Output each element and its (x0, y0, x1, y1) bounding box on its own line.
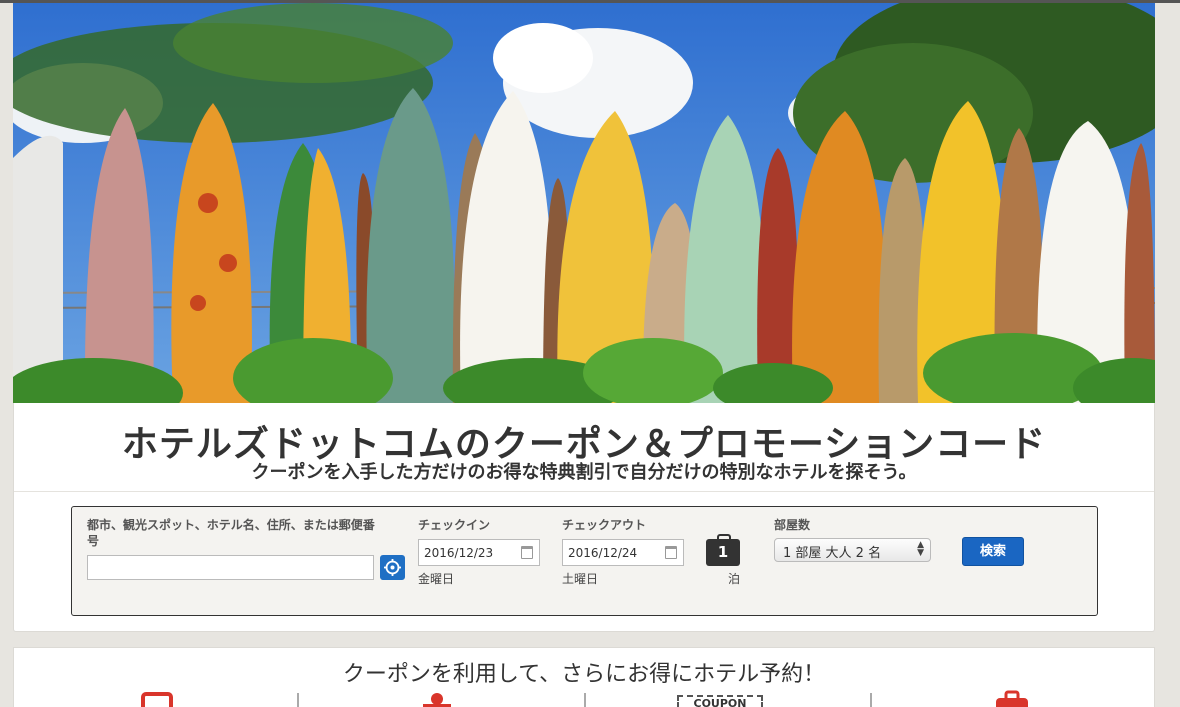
promo-separator (297, 693, 299, 707)
coupon-ticket-icon: COUPON (677, 695, 763, 707)
page-subtitle: クーポンを入手した方だけのお得な特典割引で自分だけの特別なホテルを探そう。 (251, 462, 917, 483)
gift-icon (423, 693, 451, 707)
checkout-label: チェックアウト (562, 518, 647, 532)
checkin-weekday: 金曜日 (418, 572, 455, 586)
checkin-date-input[interactable]: 2016/12/23 (418, 539, 540, 566)
checkin-date-value: 2016/12/23 (424, 546, 494, 560)
coupon-ticket-text: COUPON (693, 697, 747, 707)
crosshair-icon (384, 559, 401, 576)
destination-input[interactable] (87, 555, 374, 580)
destination-label: 都市、観光スポット、ホテル名、住所、または郵便番号 (87, 518, 375, 548)
hero-surfboards-image (13, 3, 1155, 403)
nights-count-badge: 1 (706, 534, 740, 566)
promo-separator (584, 693, 586, 707)
checkout-weekday: 土曜日 (562, 572, 599, 586)
promo-separator (870, 693, 872, 707)
checkout-date-value: 2016/12/24 (568, 546, 638, 560)
header-divider (14, 491, 1154, 492)
surfboards-illustration (13, 3, 1155, 403)
search-button[interactable]: 検索 (962, 537, 1024, 566)
rooms-guests-value: 1 部屋 大人 2 名 (783, 546, 882, 561)
select-arrows-icon: ▲ ▼ (917, 540, 924, 558)
calendar-icon[interactable] (521, 546, 533, 559)
hotel-search-form: 都市、観光スポット、ホテル名、住所、または郵便番号 チェックイン 2016/12… (71, 506, 1098, 616)
nights-unit-label: 泊 (728, 572, 741, 586)
calendar-icon[interactable] (665, 546, 677, 559)
rooms-label: 部屋数 (774, 518, 811, 532)
promo-title: クーポンを利用して、さらにお得にホテル予約！ (342, 662, 826, 687)
current-location-button[interactable] (380, 555, 405, 580)
tablet-coupon-icon (141, 692, 173, 707)
checkin-label: チェックイン (418, 518, 491, 532)
suitcase-icon (996, 690, 1028, 707)
coupon-promo-section: クーポンを利用して、さらにお得にホテル予約！ COUPON (13, 647, 1155, 707)
checkout-date-input[interactable]: 2016/12/24 (562, 539, 684, 566)
coupon-search-card: ホテルズドットコムのクーポン＆プロモーションコード クーポンを入手した方だけのお… (13, 403, 1155, 632)
rooms-guests-select[interactable]: 1 部屋 大人 2 名 ▲ ▼ (774, 538, 931, 562)
